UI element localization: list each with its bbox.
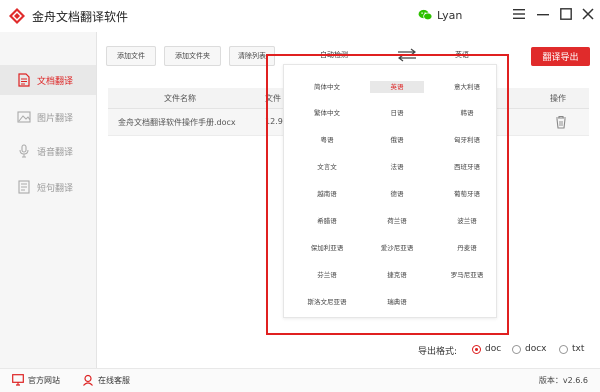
- language-dropdown: 简体中文 英语 意大利语 繁体中文 日语 韩语 粤语 俄语 匈牙利语 文言文 法…: [283, 64, 497, 318]
- language-option-vietnamese[interactable]: 越南语: [300, 188, 354, 200]
- online-support-label: 在线客服: [98, 375, 130, 385]
- language-option-dutch[interactable]: 荷兰语: [370, 215, 424, 227]
- language-option-estonian[interactable]: 爱沙尼亚语: [370, 242, 424, 254]
- language-option-korean[interactable]: 韩语: [440, 107, 494, 119]
- wechat-icon: [418, 9, 433, 21]
- app-logo-icon: [9, 8, 25, 24]
- official-website-label: 官方网站: [28, 375, 60, 385]
- maximize-icon: [560, 8, 572, 20]
- close-button[interactable]: [578, 4, 598, 24]
- add-file-button[interactable]: 添加文件: [106, 46, 156, 66]
- document-icon: [17, 73, 31, 87]
- microphone-icon: [17, 144, 31, 158]
- language-option-classical-chinese[interactable]: 文言文: [300, 161, 354, 173]
- maximize-button[interactable]: [556, 4, 576, 24]
- minimize-icon: [537, 14, 549, 16]
- sidebar-item-voice-translate[interactable]: 语音翻译: [0, 136, 96, 166]
- language-option-german[interactable]: 德语: [370, 188, 424, 200]
- language-option-chinese-simplified[interactable]: 简体中文: [300, 81, 354, 93]
- close-icon: [582, 8, 594, 20]
- column-header-action: 操作: [550, 94, 566, 103]
- version-label: 版本：v2.6.6: [538, 376, 588, 385]
- language-option-romanian[interactable]: 罗马尼亚语: [440, 269, 494, 281]
- language-option-italian[interactable]: 意大利语: [440, 81, 494, 93]
- sidebar-item-sentence-translate[interactable]: 短句翻译: [0, 172, 96, 202]
- language-option-french[interactable]: 法语: [370, 161, 424, 173]
- official-website-link[interactable]: 官方网站: [12, 374, 60, 386]
- sidebar-item-document-translate[interactable]: 文档翻译: [0, 65, 96, 95]
- sidebar-item-image-translate[interactable]: 图片翻译: [0, 102, 96, 132]
- format-txt-radio[interactable]: [559, 345, 568, 354]
- translate-export-button[interactable]: 翻译导出: [531, 47, 590, 66]
- sidebar-item-label: 图片翻译: [37, 113, 74, 124]
- export-format-label: 导出格式:: [418, 347, 458, 357]
- format-txt-label[interactable]: txt: [572, 344, 584, 354]
- sidebar-item-label: 文档翻译: [37, 76, 74, 87]
- menu-icon: [513, 9, 525, 19]
- monitor-icon: [12, 374, 24, 386]
- add-folder-button[interactable]: 添加文件夹: [164, 46, 221, 66]
- language-option-hungarian[interactable]: 匈牙利语: [440, 134, 494, 146]
- language-option-danish[interactable]: 丹麦语: [440, 242, 494, 254]
- user-account[interactable]: Lyan: [418, 6, 462, 24]
- trash-icon[interactable]: [555, 115, 567, 129]
- language-option-slovenian[interactable]: 斯洛文尼亚语: [300, 296, 354, 308]
- online-support-link[interactable]: 在线客服: [82, 374, 130, 386]
- sidebar: 文档翻译 图片翻译 语音翻译 短句翻译: [0, 32, 97, 368]
- language-option-czech[interactable]: 捷克语: [370, 269, 424, 281]
- title-bar: 金舟文档翻译软件 Lyan: [0, 0, 600, 32]
- language-option-cantonese[interactable]: 粤语: [300, 134, 354, 146]
- language-option-russian[interactable]: 俄语: [370, 134, 424, 146]
- status-bar: 官方网站 在线客服 版本：v2.6.6: [0, 368, 600, 392]
- language-option-english[interactable]: 英语: [370, 81, 424, 93]
- language-option-finnish[interactable]: 芬兰语: [300, 269, 354, 281]
- language-option-japanese[interactable]: 日语: [370, 107, 424, 119]
- language-option-spanish[interactable]: 西班牙语: [440, 161, 494, 173]
- user-name: Lyan: [437, 8, 463, 22]
- language-option-bulgarian[interactable]: 保加利亚语: [300, 242, 354, 254]
- language-option-swedish[interactable]: 瑞典语: [370, 296, 424, 308]
- language-option-portuguese[interactable]: 葡萄牙语: [440, 188, 494, 200]
- text-icon: [17, 180, 31, 194]
- language-option-chinese-traditional[interactable]: 繁体中文: [300, 107, 354, 119]
- language-option-polish[interactable]: 波兰语: [440, 215, 494, 227]
- format-doc-label[interactable]: doc: [485, 344, 501, 354]
- minimize-button[interactable]: [533, 4, 553, 24]
- app-title: 金舟文档翻译软件: [32, 10, 129, 24]
- language-option-greek[interactable]: 希腊语: [300, 215, 354, 227]
- column-header-name: 文件名称: [164, 94, 196, 103]
- sidebar-item-label: 短句翻译: [37, 183, 74, 194]
- headset-icon: [83, 374, 93, 386]
- sidebar-item-label: 语音翻译: [37, 147, 74, 158]
- menu-button[interactable]: [509, 4, 529, 24]
- format-docx-radio[interactable]: [512, 345, 521, 354]
- format-doc-radio[interactable]: [472, 345, 481, 354]
- file-name: 金舟文档翻译软件操作手册.docx: [118, 118, 236, 127]
- format-docx-label[interactable]: docx: [525, 344, 547, 354]
- image-icon: [17, 110, 31, 124]
